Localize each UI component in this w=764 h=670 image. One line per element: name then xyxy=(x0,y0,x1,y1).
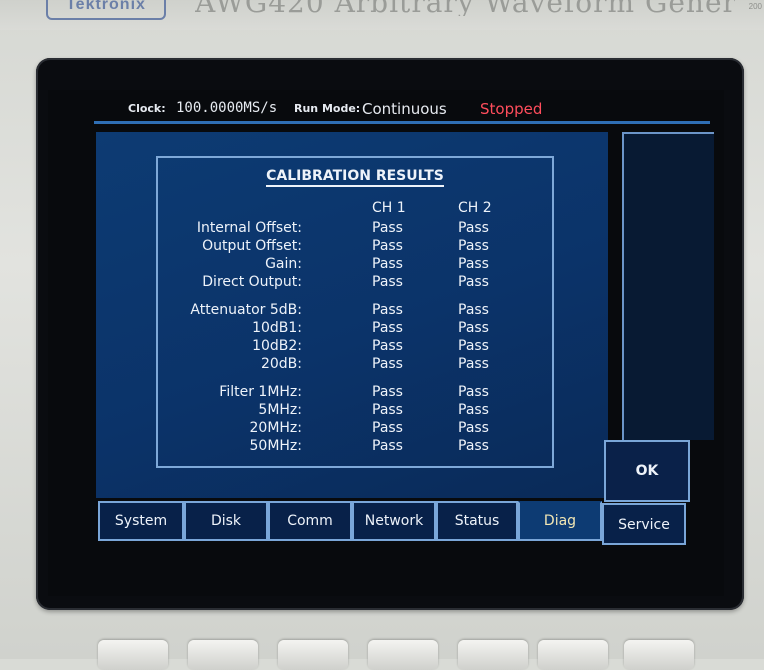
clock-label: Clock: xyxy=(128,102,166,115)
result-row: Attenuator 5dB: Pass Pass xyxy=(158,302,552,320)
result-row: Direct Output: Pass Pass xyxy=(158,274,552,292)
ch2-result: Pass xyxy=(458,238,489,254)
result-row: 5MHz: Pass Pass xyxy=(158,402,552,420)
ok-button[interactable]: OK xyxy=(604,440,690,502)
side-menu-panel xyxy=(622,132,714,440)
ch1-result: Pass xyxy=(372,256,403,272)
column-header-ch2: CH 2 xyxy=(458,200,492,216)
row-label: Gain: xyxy=(265,256,302,272)
front-panel-button[interactable] xyxy=(458,640,528,670)
row-label: 5MHz: xyxy=(258,402,302,418)
row-label: Filter 1MHz: xyxy=(219,384,302,400)
result-row: 20MHz: Pass Pass xyxy=(158,420,552,438)
row-label: Direct Output: xyxy=(202,274,302,290)
corner-label: 200 xyxy=(748,2,762,11)
front-panel-button[interactable] xyxy=(538,640,608,670)
result-row: Output Offset: Pass Pass xyxy=(158,238,552,256)
ch2-result: Pass xyxy=(458,320,489,336)
ch1-result: Pass xyxy=(372,238,403,254)
ch2-result: Pass xyxy=(458,384,489,400)
tab-network[interactable]: Network xyxy=(352,501,436,541)
model-title: AWG420 Arbitrary Waveform Generator xyxy=(195,0,735,16)
brand-logo: Tektronix xyxy=(46,0,166,20)
tab-status[interactable]: Status xyxy=(436,501,518,541)
ch1-result: Pass xyxy=(372,302,403,318)
ch2-result: Pass xyxy=(458,256,489,272)
front-panel-button[interactable] xyxy=(188,640,258,670)
row-label: Internal Offset: xyxy=(196,220,302,236)
tab-service[interactable]: Service xyxy=(602,503,686,545)
ch2-result: Pass xyxy=(458,438,489,454)
ch2-result: Pass xyxy=(458,302,489,318)
result-row: 10dB1: Pass Pass xyxy=(158,320,552,338)
ch1-result: Pass xyxy=(372,220,403,236)
row-label: Output Offset: xyxy=(202,238,302,254)
row-label: 10dB1: xyxy=(252,320,302,336)
row-label: Attenuator 5dB: xyxy=(190,302,302,318)
front-panel-button[interactable] xyxy=(624,640,694,670)
status-divider xyxy=(94,121,710,124)
run-state-indicator: Stopped xyxy=(480,100,543,118)
result-row: Gain: Pass Pass xyxy=(158,256,552,274)
ch1-result: Pass xyxy=(372,438,403,454)
ch2-result: Pass xyxy=(458,356,489,372)
result-row: Internal Offset: Pass Pass xyxy=(158,220,552,238)
ch1-result: Pass xyxy=(372,356,403,372)
row-label: 10dB2: xyxy=(252,338,302,354)
front-panel-button[interactable] xyxy=(278,640,348,670)
result-row: 20dB: Pass Pass xyxy=(158,356,552,374)
ch2-result: Pass xyxy=(458,338,489,354)
ch1-result: Pass xyxy=(372,320,403,336)
tab-comm[interactable]: Comm xyxy=(268,501,352,541)
dialog-title-text: CALIBRATION RESULTS xyxy=(266,168,444,187)
status-bar: Clock: 100.0000MS/s Run Mode: Continuous… xyxy=(94,96,710,122)
tab-disk[interactable]: Disk xyxy=(184,501,268,541)
result-row: 50MHz: Pass Pass xyxy=(158,438,552,456)
tab-diag[interactable]: Diag xyxy=(518,501,602,541)
ch1-result: Pass xyxy=(372,420,403,436)
result-row: 10dB2: Pass Pass xyxy=(158,338,552,356)
run-mode-value: Continuous xyxy=(362,100,447,118)
calibration-results-dialog: CALIBRATION RESULTS CH 1 CH 2 Internal O… xyxy=(156,156,554,468)
clock-value: 100.0000MS/s xyxy=(176,100,278,116)
ch2-result: Pass xyxy=(458,402,489,418)
brand-bar: Tektronix AWG420 Arbitrary Waveform Gene… xyxy=(0,0,764,30)
ch2-result: Pass xyxy=(458,274,489,290)
column-header-ch1: CH 1 xyxy=(372,200,406,216)
dialog-title: CALIBRATION RESULTS xyxy=(158,168,552,187)
row-label: 50MHz: xyxy=(249,438,303,454)
row-label: 20MHz: xyxy=(249,420,303,436)
ch1-result: Pass xyxy=(372,338,403,354)
result-row: Filter 1MHz: Pass Pass xyxy=(158,384,552,402)
front-panel-button[interactable] xyxy=(368,640,438,670)
row-label: 20dB: xyxy=(260,356,302,372)
front-panel-button[interactable] xyxy=(98,640,168,670)
ch2-result: Pass xyxy=(458,220,489,236)
ch1-result: Pass xyxy=(372,402,403,418)
run-mode-label: Run Mode: xyxy=(294,102,361,115)
ch2-result: Pass xyxy=(458,420,489,436)
tab-system[interactable]: System xyxy=(98,501,184,541)
ch1-result: Pass xyxy=(372,274,403,290)
ch1-result: Pass xyxy=(372,384,403,400)
